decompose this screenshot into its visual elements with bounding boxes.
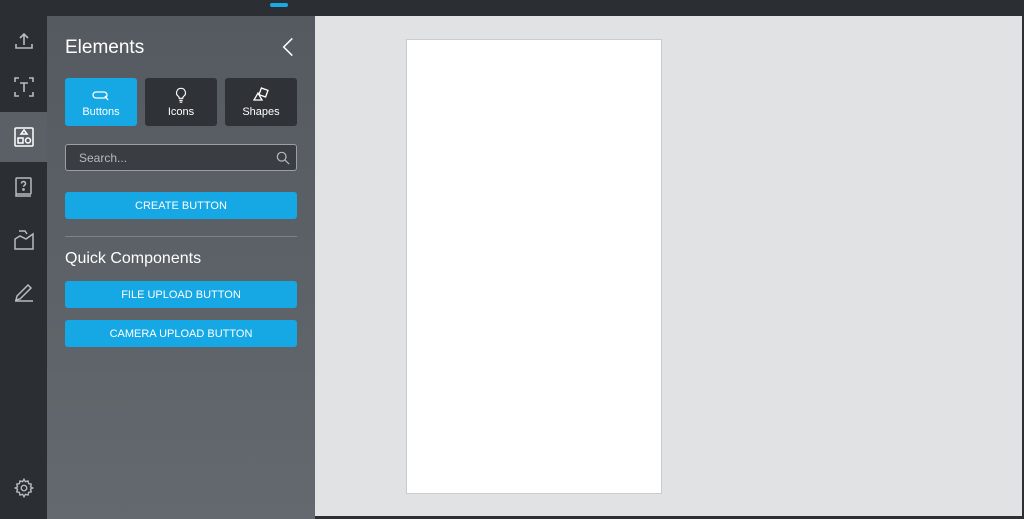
shapes-icon — [252, 86, 269, 101]
tab-icons[interactable]: Icons — [145, 78, 217, 126]
settings-button[interactable] — [0, 468, 47, 508]
link-button-icon — [92, 90, 109, 100]
tool-rail — [0, 16, 47, 519]
rail-help-button[interactable] — [0, 162, 47, 212]
upload-icon — [14, 32, 33, 49]
rail-images-button[interactable] — [0, 215, 47, 265]
tab-icons-label: Icons — [167, 105, 195, 118]
lightbulb-icon — [176, 87, 186, 103]
quick-components-title: Quick Components — [65, 250, 202, 267]
search-input[interactable] — [66, 145, 270, 170]
help-book-icon — [14, 177, 32, 197]
tab-shapes[interactable]: Shapes — [225, 78, 297, 126]
collapse-panel-button[interactable] — [277, 34, 299, 60]
images-icon — [13, 230, 34, 250]
rail-elements-button[interactable] — [0, 112, 47, 162]
file-upload-button[interactable]: FILE UPLOAD BUTTON — [65, 281, 297, 308]
design-canvas[interactable] — [406, 39, 662, 494]
tab-buttons-label: Buttons — [82, 105, 120, 118]
search-icon[interactable] — [270, 145, 296, 170]
search-box — [65, 144, 297, 171]
elements-icon — [13, 127, 34, 147]
rail-text-button[interactable] — [0, 62, 47, 112]
top-bar — [0, 0, 1024, 16]
edit-icon — [14, 283, 33, 302]
rail-upload-button[interactable] — [0, 16, 47, 66]
camera-upload-button[interactable]: CAMERA UPLOAD BUTTON — [65, 320, 297, 347]
tab-buttons[interactable]: Buttons — [65, 78, 137, 126]
gear-icon — [13, 477, 34, 499]
elements-panel: Elements Buttons Icons Shapes CREATE BUT… — [47, 16, 315, 519]
divider — [65, 236, 297, 237]
chevron-left-icon — [282, 37, 293, 57]
workspace — [315, 16, 1022, 516]
text-icon — [13, 77, 34, 97]
tab-shapes-label: Shapes — [242, 105, 280, 118]
rail-edit-button[interactable] — [0, 267, 47, 317]
top-bar-indicator — [270, 3, 288, 7]
create-button-button[interactable]: CREATE BUTTON — [65, 192, 297, 219]
panel-title: Elements — [65, 37, 145, 58]
